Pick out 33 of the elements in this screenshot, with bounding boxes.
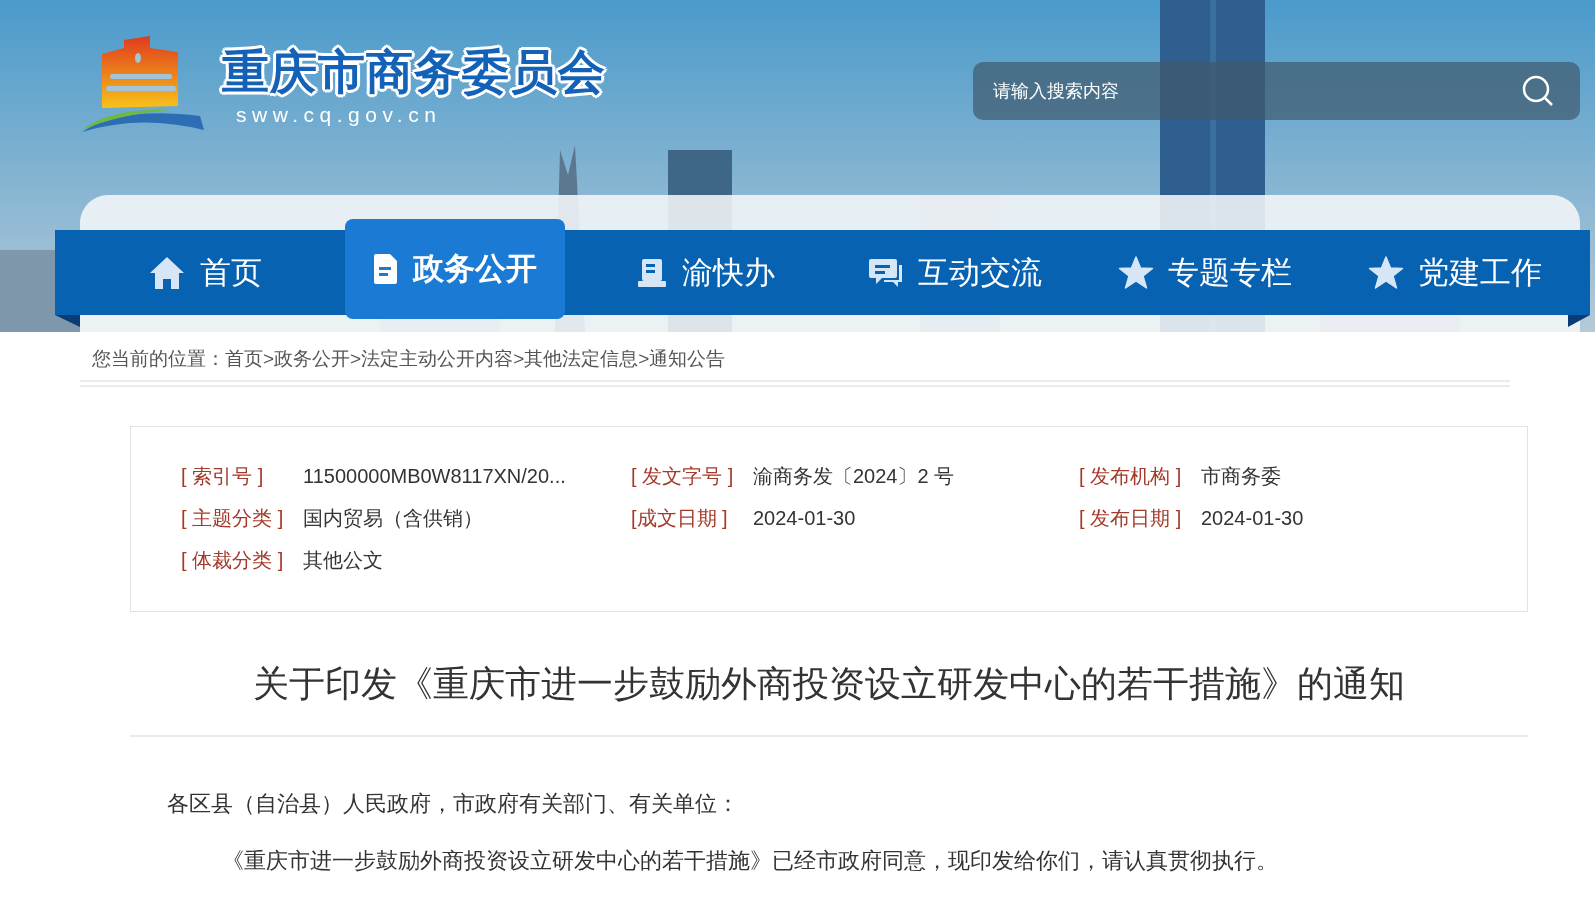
field-label: [ 主题分类 ] (181, 506, 285, 531)
field-value: 2024-01-30 (1201, 506, 1305, 531)
nav-tab[interactable]: 党建工作 (1352, 230, 1558, 315)
field-label: [ 发布机构 ] (1079, 464, 1183, 489)
field-value: 市商务委 (1201, 464, 1282, 489)
field-value: 其他公文 (303, 548, 384, 573)
field-label: [ 体裁分类 ] (181, 548, 285, 573)
field-label: [ 发布日期 ] (1079, 506, 1183, 531)
site-domain: sww.cq.gov.cn (236, 102, 443, 128)
nav-tab[interactable]: 互动交流 (852, 230, 1058, 315)
search-field[interactable]: 请输入搜索内容 (973, 62, 1580, 120)
star-icon (1368, 255, 1404, 290)
paragraph: 《重庆市进一步鼓励外商投资设立研发中心的若干措施》已经市政府同意，现印发给你们，请认真贯彻执行。 (222, 847, 1279, 875)
search-icon[interactable] (1522, 75, 1554, 107)
nav-tab[interactable]: 首页 (132, 230, 278, 315)
nav-tab[interactable]: 专题专栏 (1102, 230, 1308, 315)
field-label: [ 索引号 ] (181, 464, 265, 489)
document-icon (373, 253, 399, 285)
field-value: 2024-01-30 (753, 506, 857, 531)
breadcrumb: 您当前的位置：首页>政务公开>法定主动公开内容>其他法定信息>通知公告 (92, 348, 726, 369)
book-icon (635, 256, 668, 289)
star-icon (1118, 255, 1154, 290)
home-icon (148, 254, 186, 291)
field-value: 国内贸易（含供销） (303, 506, 484, 531)
field-value: 11500000MB0W8117XN/20... (303, 464, 567, 489)
paragraph: 各区县（自治县）人民政府，市政府有关部门、有关单位： (167, 790, 740, 818)
nav-tab[interactable]: 渝快办 (619, 230, 791, 315)
nav-tab[interactable]: 政务公开 (345, 219, 565, 319)
field-label: [成文日期 ] (631, 506, 729, 531)
site-name: 重庆市商务委员会 (222, 44, 606, 100)
field-value: 渝商务发〔2024〕2 号 (753, 464, 956, 489)
article-title: 关于印发《重庆市进一步鼓励外商投资设立研发中心的若干措施》的通知 (130, 612, 1528, 737)
field-label: [ 发文字号 ] (631, 464, 735, 489)
